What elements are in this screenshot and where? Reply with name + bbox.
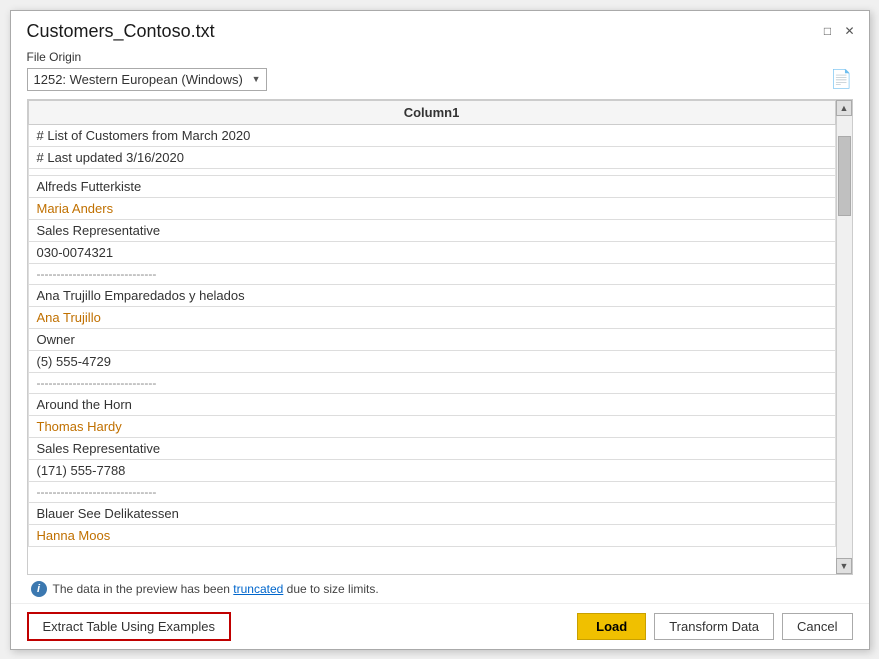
file-document-icon: 📄 [830, 69, 852, 90]
footer-left: Extract Table Using Examples [27, 612, 231, 641]
table-cell: Sales Representative [28, 219, 835, 241]
table-cell [28, 168, 835, 175]
table-cell: Around the Horn [28, 393, 835, 415]
truncated-link[interactable]: truncated [233, 582, 283, 596]
table-row: Owner [28, 328, 835, 350]
scroll-track[interactable] [837, 116, 852, 558]
file-origin-select-wrapper[interactable]: 1252: Western European (Windows) [27, 68, 267, 91]
file-origin-select[interactable]: 1252: Western European (Windows) [27, 68, 267, 91]
table-row: ------------------------------ [28, 263, 835, 284]
table-cell: Ana Trujillo Emparedados y helados [28, 284, 835, 306]
footer: Extract Table Using Examples Load Transf… [11, 603, 869, 649]
table-cell: ------------------------------ [28, 263, 835, 284]
table-row: ------------------------------ [28, 481, 835, 502]
file-origin-row: 1252: Western European (Windows) 📄 [27, 68, 853, 91]
data-table-container: Column1 # List of Customers from March 2… [27, 99, 853, 575]
dialog: Customers_Contoso.txt □ ✕ File Origin 12… [10, 10, 870, 650]
table-row: Sales Representative [28, 437, 835, 459]
content-area: File Origin 1252: Western European (Wind… [11, 48, 869, 603]
table-cell: ------------------------------ [28, 481, 835, 502]
footer-right: Load Transform Data Cancel [577, 613, 852, 640]
transform-data-button[interactable]: Transform Data [654, 613, 774, 640]
table-row: Ana Trujillo [28, 306, 835, 328]
table-cell: (171) 555-7788 [28, 459, 835, 481]
table-row: # List of Customers from March 2020 [28, 124, 835, 146]
cancel-button[interactable]: Cancel [782, 613, 852, 640]
table-cell: Sales Representative [28, 437, 835, 459]
table-cell: Owner [28, 328, 835, 350]
window-controls: □ ✕ [821, 24, 857, 38]
table-row: 030-0074321 [28, 241, 835, 263]
table-row: Hanna Moos [28, 524, 835, 546]
table-row: Sales Representative [28, 219, 835, 241]
table-cell: Ana Trujillo [28, 306, 835, 328]
table-row: Thomas Hardy [28, 415, 835, 437]
table-row: Maria Anders [28, 197, 835, 219]
scrollbar[interactable]: ▲ ▼ [836, 100, 852, 574]
title-bar: Customers_Contoso.txt □ ✕ [11, 11, 869, 48]
truncation-text: The data in the preview has been truncat… [53, 582, 379, 596]
table-row: (171) 555-7788 [28, 459, 835, 481]
table-cell: 030-0074321 [28, 241, 835, 263]
table-row: (5) 555-4729 [28, 350, 835, 372]
table-row: ------------------------------ [28, 372, 835, 393]
info-icon: i [31, 581, 47, 597]
truncation-notice: i The data in the preview has been trunc… [27, 575, 853, 603]
table-cell: Maria Anders [28, 197, 835, 219]
scroll-thumb[interactable] [838, 136, 851, 216]
minimize-icon[interactable]: □ [821, 24, 835, 38]
table-cell: # Last updated 3/16/2020 [28, 146, 835, 168]
file-origin-label: File Origin [27, 50, 853, 64]
table-row: Ana Trujillo Emparedados y helados [28, 284, 835, 306]
table-cell: Hanna Moos [28, 524, 835, 546]
dialog-title: Customers_Contoso.txt [27, 21, 215, 42]
table-cell: (5) 555-4729 [28, 350, 835, 372]
table-row: # Last updated 3/16/2020 [28, 146, 835, 168]
column-header: Column1 [28, 100, 835, 124]
load-button[interactable]: Load [577, 613, 646, 640]
table-row: Around the Horn [28, 393, 835, 415]
scroll-down-btn[interactable]: ▼ [836, 558, 852, 574]
data-table: Column1 # List of Customers from March 2… [28, 100, 836, 547]
table-row [28, 168, 835, 175]
table-cell: Blauer See Delikatessen [28, 502, 835, 524]
table-cell: Thomas Hardy [28, 415, 835, 437]
table-row: Alfreds Futterkiste [28, 175, 835, 197]
close-icon[interactable]: ✕ [843, 24, 857, 38]
table-cell: ------------------------------ [28, 372, 835, 393]
table-scroll-area[interactable]: Column1 # List of Customers from March 2… [28, 100, 836, 574]
table-row: Blauer See Delikatessen [28, 502, 835, 524]
extract-table-button[interactable]: Extract Table Using Examples [27, 612, 231, 641]
table-cell: Alfreds Futterkiste [28, 175, 835, 197]
scroll-up-btn[interactable]: ▲ [836, 100, 852, 116]
table-cell: # List of Customers from March 2020 [28, 124, 835, 146]
